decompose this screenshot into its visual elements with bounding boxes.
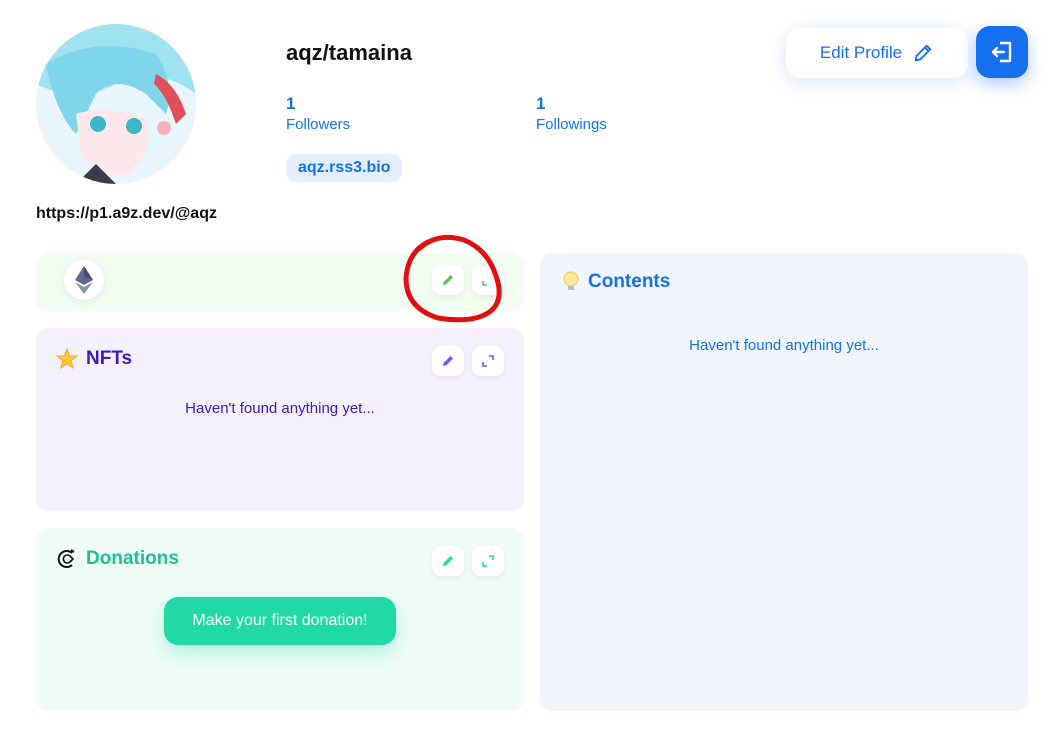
- rss-link-chip[interactable]: aqz.rss3.bio: [286, 154, 403, 182]
- wallet-card: [36, 253, 524, 311]
- donations-title: Donations: [86, 548, 179, 569]
- pencil-icon: [443, 556, 453, 566]
- pencil-icon: [443, 275, 453, 285]
- edit-profile-label: Edit Profile: [819, 43, 903, 62]
- followers-stat[interactable]: 1 Followers: [286, 94, 350, 133]
- pencil-icon: [443, 356, 453, 366]
- followers-label: Followers: [286, 116, 351, 133]
- donations-edit-button[interactable]: [432, 546, 464, 576]
- logout-button[interactable]: [976, 26, 1028, 78]
- nfts-expand-button[interactable]: [472, 346, 504, 376]
- expand-icon: [482, 555, 494, 567]
- nfts-empty-message: Haven't found anything yet...: [185, 400, 375, 417]
- ethereum-badge[interactable]: [64, 260, 104, 300]
- followings-stat[interactable]: 1 Followings: [536, 94, 607, 133]
- donations-expand-button[interactable]: [472, 546, 504, 576]
- avatar: [36, 24, 196, 184]
- ethereum-icon: [75, 266, 93, 294]
- followers-count: 1: [286, 94, 296, 113]
- expand-icon: [482, 281, 487, 286]
- nfts-header: NFTs: [56, 348, 132, 370]
- username: aqz/tamaina: [286, 40, 412, 65]
- star-icon: [56, 348, 78, 370]
- avatar-image: [36, 24, 196, 184]
- gitcoin-icon: [57, 549, 75, 568]
- pencil-icon: [914, 44, 932, 62]
- first-donation-button[interactable]: Make your first donation!: [164, 597, 396, 645]
- logout-icon: [991, 41, 1012, 63]
- contents-card: Contents Haven't found anything yet...: [540, 253, 1028, 711]
- contents-empty-message: Haven't found anything yet...: [689, 337, 879, 354]
- donations-header: Donations: [56, 548, 179, 570]
- edit-profile-button[interactable]: Edit Profile: [786, 28, 968, 78]
- lightbulb-icon: [563, 271, 579, 290]
- wallet-edit-button[interactable]: [432, 265, 464, 295]
- expand-icon: [482, 355, 494, 367]
- donations-card: Donations Make your first donation!: [36, 528, 524, 711]
- contents-title: Contents: [588, 271, 671, 292]
- nfts-card: NFTs Haven't found anything yet...: [36, 328, 524, 511]
- followings-label: Followings: [536, 116, 607, 133]
- wallet-expand-button[interactable]: [472, 265, 504, 295]
- nfts-edit-button[interactable]: [432, 346, 464, 376]
- contents-header: Contents: [562, 271, 670, 293]
- website-link[interactable]: https://p1.a9z.dev/@aqz: [36, 205, 217, 223]
- nfts-title: NFTs: [86, 348, 133, 369]
- followings-count: 1: [536, 94, 546, 113]
